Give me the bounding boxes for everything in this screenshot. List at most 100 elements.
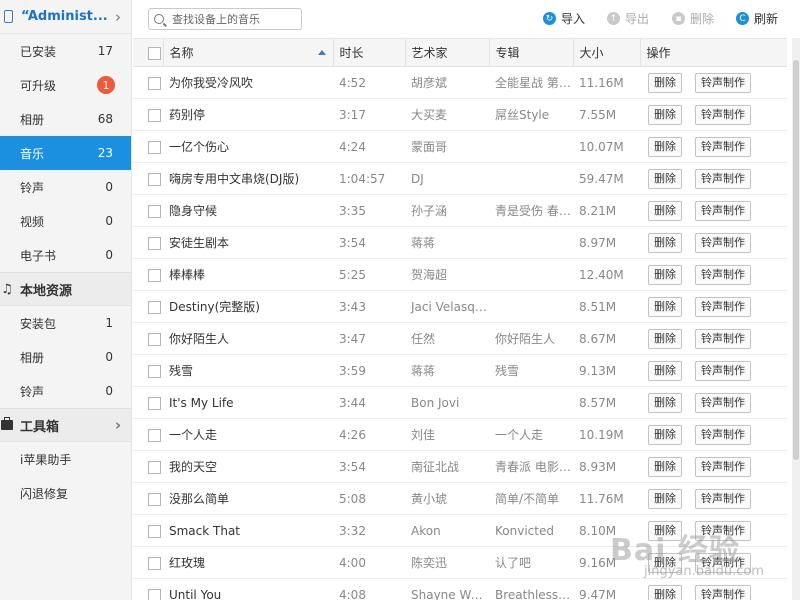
row-ringtone-button[interactable]: 铃声制作	[695, 392, 751, 413]
row-ringtone-button[interactable]: 铃声制作	[695, 456, 751, 477]
row-delete-button[interactable]: 删除	[648, 392, 682, 413]
row-ringtone-button[interactable]: 铃声制作	[695, 584, 751, 600]
table-row[interactable]: Until You4:08Shayne WardBreathless(Sp...…	[133, 578, 787, 600]
device-header[interactable]: “Administ... ›	[0, 0, 131, 34]
row-delete-button[interactable]: 删除	[648, 136, 682, 157]
row-checkbox[interactable]	[148, 332, 161, 346]
row-delete-button[interactable]: 删除	[648, 552, 682, 573]
row-ringtone-button[interactable]: 铃声制作	[695, 296, 751, 317]
table-row[interactable]: It's My Life 3:44 Bon Jovi 8.57M 删除 铃声制作	[133, 386, 787, 419]
row-checkbox-cell[interactable]	[133, 354, 163, 387]
row-checkbox-cell[interactable]	[133, 66, 163, 99]
section-local-resources[interactable]: ♫ 本地资源	[0, 272, 131, 306]
row-ringtone-button[interactable]: 铃声制作	[695, 328, 751, 349]
row-checkbox-cell[interactable]	[133, 386, 163, 419]
row-checkbox[interactable]	[148, 588, 161, 600]
row-delete-button[interactable]: 删除	[648, 104, 682, 125]
row-checkbox-cell[interactable]	[133, 130, 163, 163]
table-row[interactable]: 我的天空3:54南征北战青春派 电影原声8.93M删除铃声制作	[133, 450, 787, 483]
table-row[interactable]: 棒棒棒 5:25 贺海超 12.40M 删除 铃声制作	[133, 258, 787, 291]
sidebar-item[interactable]: 视频 0	[0, 204, 131, 238]
row-delete-button[interactable]: 删除	[648, 328, 682, 349]
row-checkbox-cell[interactable]	[133, 194, 163, 227]
row-checkbox-cell[interactable]	[133, 162, 163, 195]
row-checkbox-cell[interactable]	[133, 290, 163, 323]
row-checkbox[interactable]	[148, 460, 161, 474]
chevron-right-icon[interactable]: ›	[111, 416, 125, 434]
row-delete-button[interactable]: 删除	[648, 264, 682, 285]
row-checkbox[interactable]	[148, 396, 161, 410]
header-album[interactable]: 专辑	[488, 38, 573, 67]
sidebar-item[interactable]: 闪退修复	[0, 476, 131, 510]
table-row[interactable]: 药别停 3:17 大买麦 屌丝Style 7.55M 删除 铃声制作	[133, 98, 787, 131]
delete-button[interactable]: ▪ 删除	[672, 10, 714, 27]
table-row[interactable]: 一亿个伤心 4:24 蒙面哥 10.07M 删除 铃声制作	[133, 130, 787, 163]
row-ringtone-button[interactable]: 铃声制作	[695, 72, 751, 93]
row-checkbox[interactable]	[148, 364, 161, 378]
row-checkbox-cell[interactable]	[133, 98, 163, 131]
row-ringtone-button[interactable]: 铃声制作	[695, 520, 751, 541]
row-checkbox-cell[interactable]	[133, 450, 163, 483]
import-button[interactable]: ↻ 导入	[543, 10, 585, 27]
sidebar-item[interactable]: 已安装 17	[0, 34, 131, 68]
row-checkbox[interactable]	[148, 108, 161, 122]
row-delete-button[interactable]: 删除	[648, 456, 682, 477]
row-ringtone-button[interactable]: 铃声制作	[695, 168, 751, 189]
row-checkbox-cell[interactable]	[133, 482, 163, 515]
row-ringtone-button[interactable]: 铃声制作	[695, 104, 751, 125]
row-delete-button[interactable]: 删除	[648, 232, 682, 253]
sidebar-item[interactable]: 安装包 1	[0, 306, 131, 340]
row-checkbox[interactable]	[148, 268, 161, 282]
row-checkbox[interactable]	[148, 236, 161, 250]
section-toolbox[interactable]: 工具箱 ›	[0, 408, 131, 442]
row-checkbox-cell[interactable]	[133, 578, 163, 600]
row-delete-button[interactable]: 删除	[648, 584, 682, 600]
sidebar-item[interactable]: 铃声 0	[0, 170, 131, 204]
row-ringtone-button[interactable]: 铃声制作	[695, 360, 751, 381]
row-ringtone-button[interactable]: 铃声制作	[695, 552, 751, 573]
row-checkbox[interactable]	[148, 556, 161, 570]
row-checkbox-cell[interactable]	[133, 546, 163, 579]
vertical-scrollbar[interactable]	[792, 38, 800, 600]
header-duration[interactable]: 时长	[332, 38, 405, 67]
sidebar-item[interactable]: 音乐 23	[0, 136, 131, 170]
header-artist[interactable]: 艺术家	[404, 38, 489, 67]
row-delete-button[interactable]: 删除	[648, 360, 682, 381]
sidebar-item[interactable]: 铃声 0	[0, 374, 131, 408]
table-row[interactable]: 残雪 3:59 蒋蒋 残雪 9.13M 删除 铃声制作	[133, 354, 787, 387]
sidebar-item[interactable]: i苹果助手	[0, 442, 131, 476]
header-name[interactable]: 名称	[162, 38, 333, 67]
sidebar-item[interactable]: 相册 0	[0, 340, 131, 374]
row-ringtone-button[interactable]: 铃声制作	[695, 488, 751, 509]
row-checkbox-cell[interactable]	[133, 514, 163, 547]
row-checkbox-cell[interactable]	[133, 418, 163, 451]
header-size[interactable]: 大小	[572, 38, 640, 67]
row-delete-button[interactable]: 删除	[648, 424, 682, 445]
table-row[interactable]: 安徒生剧本 3:54 蒋蒋 8.97M 删除 铃声制作	[133, 226, 787, 259]
refresh-button[interactable]: C 刷新	[736, 10, 778, 27]
row-checkbox-cell[interactable]	[133, 258, 163, 291]
row-checkbox[interactable]	[148, 204, 161, 218]
row-delete-button[interactable]: 删除	[648, 488, 682, 509]
sidebar-item[interactable]: 电子书 0	[0, 238, 131, 272]
select-all-checkbox[interactable]	[148, 46, 161, 60]
table-row[interactable]: 你好陌生人 3:47 任然 你好陌生人 8.67M 删除 铃声制作	[133, 322, 787, 355]
row-ringtone-button[interactable]: 铃声制作	[695, 232, 751, 253]
row-ringtone-button[interactable]: 铃声制作	[695, 136, 751, 157]
row-checkbox-cell[interactable]	[133, 226, 163, 259]
search-input[interactable]	[172, 12, 292, 26]
row-delete-button[interactable]: 删除	[648, 72, 682, 93]
row-checkbox[interactable]	[148, 140, 161, 154]
row-checkbox[interactable]	[148, 524, 161, 538]
chevron-right-icon[interactable]: ›	[111, 8, 125, 26]
row-checkbox[interactable]	[148, 492, 161, 506]
search-box[interactable]	[148, 8, 302, 30]
row-checkbox[interactable]	[148, 300, 161, 314]
row-delete-button[interactable]: 删除	[648, 200, 682, 221]
row-delete-button[interactable]: 删除	[648, 168, 682, 189]
sidebar-item[interactable]: 可升级 1	[0, 68, 131, 102]
row-checkbox[interactable]	[148, 428, 161, 442]
table-row[interactable]: 为你我受冷风吹4:52胡彦斌全能星战 第十...11.16M删除铃声制作	[133, 66, 787, 99]
select-all-header[interactable]	[133, 38, 163, 67]
row-checkbox-cell[interactable]	[133, 322, 163, 355]
